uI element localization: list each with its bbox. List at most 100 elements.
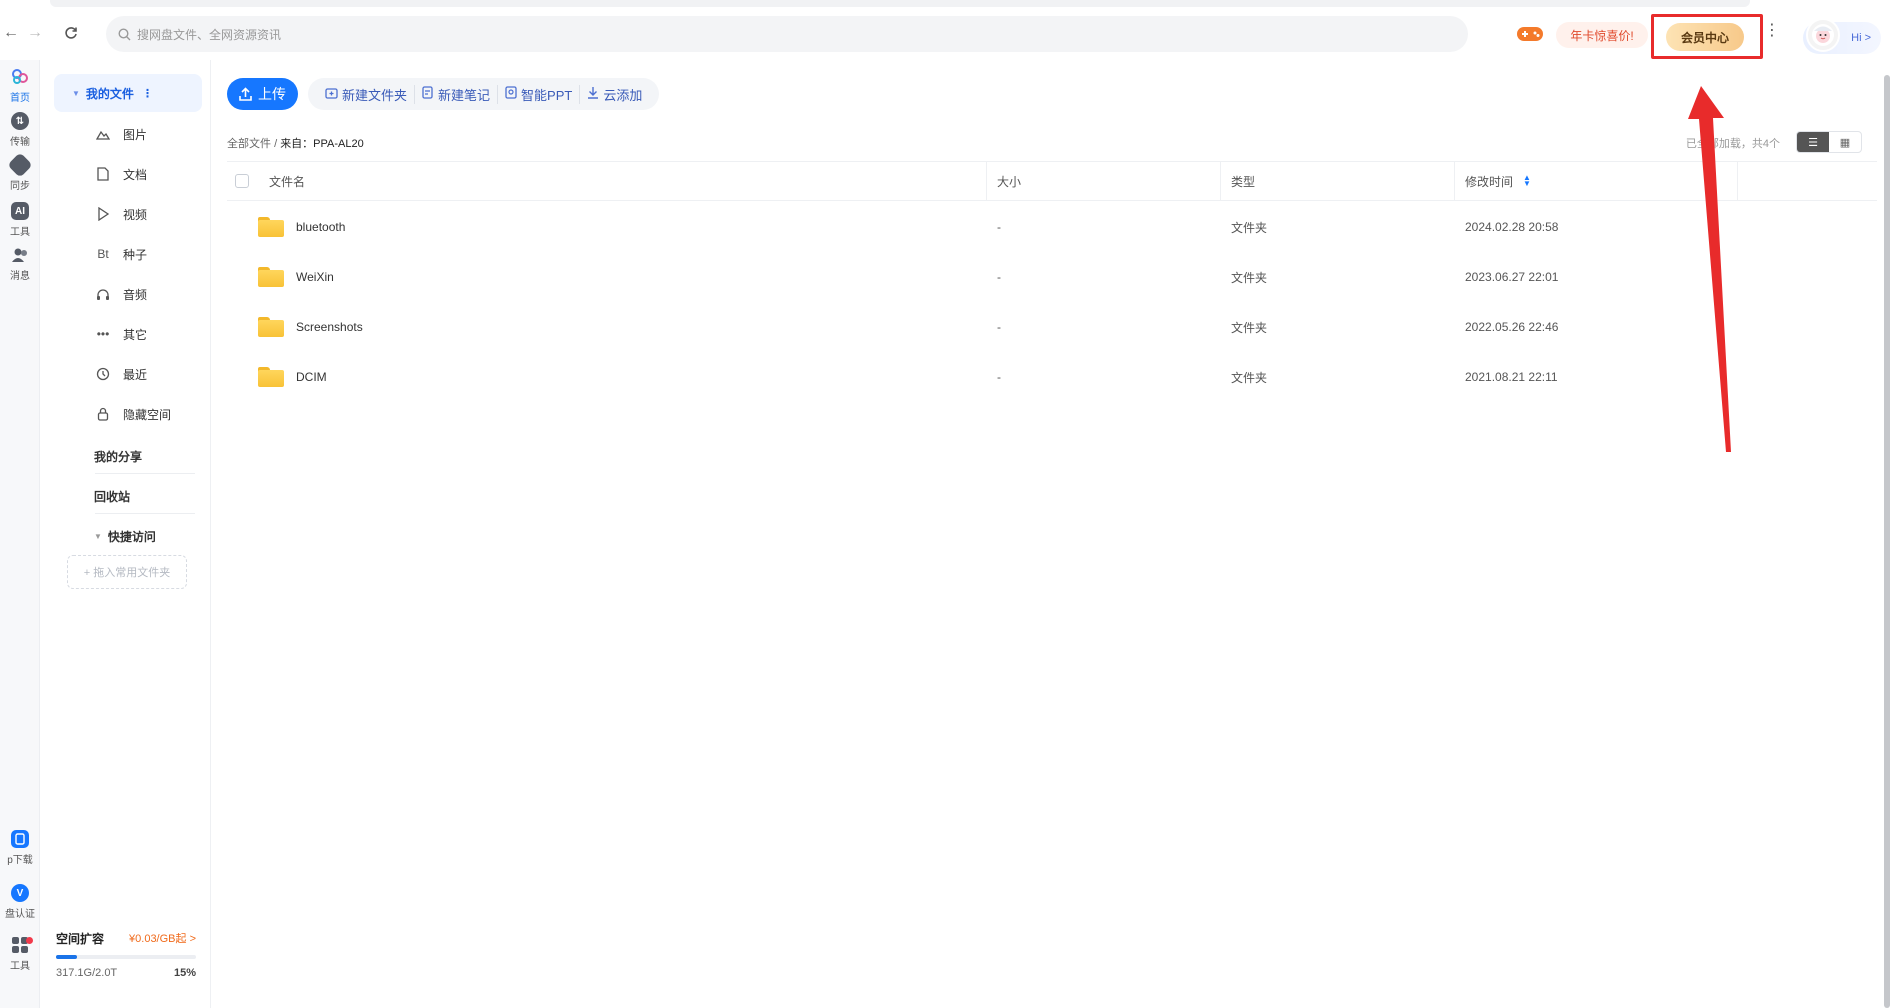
nav-divider xyxy=(95,513,195,514)
header-size[interactable]: 大小 xyxy=(987,162,1221,200)
nav-recycle-bin[interactable]: 回收站 xyxy=(94,488,130,505)
rail-label: 工具 xyxy=(10,227,30,238)
rail-label: 消息 xyxy=(10,271,30,282)
file-size: - xyxy=(997,270,1001,284)
icon-rail: 首页 ⇅ 传输 同步 AI 工具 消息 p下载 V 盘认证 工具 xyxy=(0,60,40,1008)
list-view-icon[interactable]: ☰ xyxy=(1797,132,1829,152)
rail-item-app-download[interactable]: p下载 xyxy=(0,830,40,866)
storage-price[interactable]: ¥0.03/GB起 > xyxy=(129,930,196,947)
table-row[interactable]: Screenshots - 文件夹 2022.05.26 22:46 xyxy=(227,302,1877,352)
table-header: 文件名 大小 类型 修改时间 ▲ ▼ xyxy=(227,161,1877,201)
video-icon xyxy=(95,207,111,221)
nav-item-other[interactable]: ••• 其它 xyxy=(95,324,147,344)
rail-label: p下载 xyxy=(7,855,33,866)
recent-icon xyxy=(95,367,111,381)
scrollbar-thumb[interactable] xyxy=(1884,75,1890,1008)
nav-item-recent[interactable]: 最近 xyxy=(95,364,147,384)
storage-title: 空间扩容 xyxy=(56,932,105,946)
folder-plus-icon xyxy=(325,87,338,102)
header-name[interactable]: 文件名 xyxy=(227,162,987,200)
nav-item-torrents[interactable]: Bt 种子 xyxy=(95,244,147,264)
tab-strip xyxy=(50,0,1750,7)
header-type[interactable]: 类型 xyxy=(1221,162,1455,200)
file-name[interactable]: WeiXin xyxy=(296,270,334,284)
rail-item-sync[interactable]: 同步 xyxy=(0,152,40,192)
sync-icon xyxy=(7,152,33,178)
sort-icon[interactable]: ▲ ▼ xyxy=(1523,174,1531,188)
notification-dot xyxy=(26,937,33,944)
kebab-icon[interactable]: ⋮ xyxy=(142,87,153,100)
header-time[interactable]: 修改时间 ▲ ▼ xyxy=(1455,162,1738,200)
file-name[interactable]: DCIM xyxy=(296,370,327,384)
rail-item-tools[interactable]: 工具 xyxy=(0,936,40,972)
search-input[interactable]: 搜网盘文件、全网资源资讯 xyxy=(106,16,1468,52)
gamepad-icon[interactable] xyxy=(1515,24,1545,44)
smart-ppt-label: 智能PPT xyxy=(521,87,573,103)
refresh-icon[interactable] xyxy=(60,22,82,44)
storage-panel[interactable]: 空间扩容 ¥0.03/GB起 > 317.1G/2.0T 15% xyxy=(56,930,196,979)
annual-card-promo[interactable]: 年卡惊喜价! xyxy=(1556,22,1648,48)
more-menu-icon[interactable]: ⋮ xyxy=(1764,23,1780,39)
nav-quick-access[interactable]: ▼ 快捷访问 xyxy=(94,528,156,545)
nav-item-images[interactable]: 图片 xyxy=(95,124,147,144)
nav-item-audio[interactable]: 音频 xyxy=(95,284,147,304)
rail-item-home[interactable]: 首页 xyxy=(0,68,40,104)
avatar[interactable] xyxy=(1806,18,1840,52)
grid-view-icon[interactable]: ▦ xyxy=(1829,132,1861,152)
new-folder-button[interactable]: 新建文件夹 xyxy=(318,85,414,104)
home-icon xyxy=(11,68,29,86)
search-icon xyxy=(118,27,131,40)
file-name[interactable]: bluetooth xyxy=(296,220,345,234)
nav-item-documents[interactable]: 文档 xyxy=(95,164,147,184)
header-time-label: 修改时间 xyxy=(1465,174,1514,189)
nav-my-share[interactable]: 我的分享 xyxy=(94,448,142,465)
nav-item-label: 图片 xyxy=(123,127,148,142)
rail-item-ai-tools[interactable]: AI 工具 xyxy=(0,202,40,238)
rail-item-verify[interactable]: V 盘认证 xyxy=(0,884,40,920)
nav-divider xyxy=(95,473,195,474)
audio-icon xyxy=(95,288,111,301)
forward-icon[interactable]: → xyxy=(24,22,46,44)
file-name[interactable]: Screenshots xyxy=(296,320,363,334)
rail-label: 传输 xyxy=(10,137,30,148)
cloud-add-button[interactable]: 云添加 xyxy=(579,84,649,104)
storage-progress-bar xyxy=(56,955,196,959)
cloud-add-label: 云添加 xyxy=(603,87,643,103)
nav-root-label: 我的文件 xyxy=(85,86,134,101)
ai-tool-icon: AI xyxy=(11,202,29,220)
caret-down-icon: ▼ xyxy=(94,532,102,541)
view-switch: ☰ ▦ xyxy=(1796,131,1862,153)
upload-button[interactable]: 上传 xyxy=(227,78,298,110)
breadcrumb-root[interactable]: 全部文件 xyxy=(227,138,271,150)
folder-icon xyxy=(258,367,284,387)
rail-item-messages[interactable]: 消息 xyxy=(0,246,40,282)
table-row[interactable]: WeiXin - 文件夹 2023.06.27 22:01 xyxy=(227,252,1877,302)
lock-icon xyxy=(95,407,111,421)
nav-my-files[interactable]: ▼ 我的文件 ⋮ xyxy=(54,74,202,112)
nav-item-hidden-space[interactable]: 隐藏空间 xyxy=(95,404,171,424)
back-icon[interactable]: ← xyxy=(0,22,22,44)
document-icon xyxy=(95,167,111,181)
rail-label: 盘认证 xyxy=(5,909,35,920)
breadcrumb-current: 来自：PPA-AL20 xyxy=(280,138,364,150)
other-icon: ••• xyxy=(96,327,110,341)
smart-ppt-button[interactable]: 智能PPT xyxy=(497,84,579,104)
rail-label: 工具 xyxy=(10,961,30,972)
nav-item-label: 视频 xyxy=(123,207,148,222)
scrollbar[interactable] xyxy=(1883,75,1891,1008)
quick-access-label: 快捷访问 xyxy=(107,530,156,544)
new-note-button[interactable]: 新建笔记 xyxy=(414,84,497,104)
table-row[interactable]: DCIM - 文件夹 2021.08.21 22:11 xyxy=(227,352,1877,402)
select-all-checkbox[interactable] xyxy=(235,174,249,188)
nav-item-label: 隐藏空间 xyxy=(123,407,172,422)
torrent-icon: Bt xyxy=(97,247,109,261)
secondary-actions: 新建文件夹 新建笔记 智能PPT 云添加 xyxy=(308,78,660,110)
rail-item-transfer[interactable]: ⇅ 传输 xyxy=(0,112,40,148)
storage-progress-fill xyxy=(56,955,77,959)
table-row[interactable]: bluetooth - 文件夹 2024.02.28 20:58 xyxy=(227,202,1877,252)
verify-icon: V xyxy=(11,884,29,902)
nav-item-videos[interactable]: 视频 xyxy=(95,204,147,224)
quick-access-drop-zone[interactable]: + 拖入常用文件夹 xyxy=(67,555,187,589)
loaded-count: 已全部加载，共4个 xyxy=(1685,138,1780,150)
rail-label: 首页 xyxy=(10,93,30,104)
